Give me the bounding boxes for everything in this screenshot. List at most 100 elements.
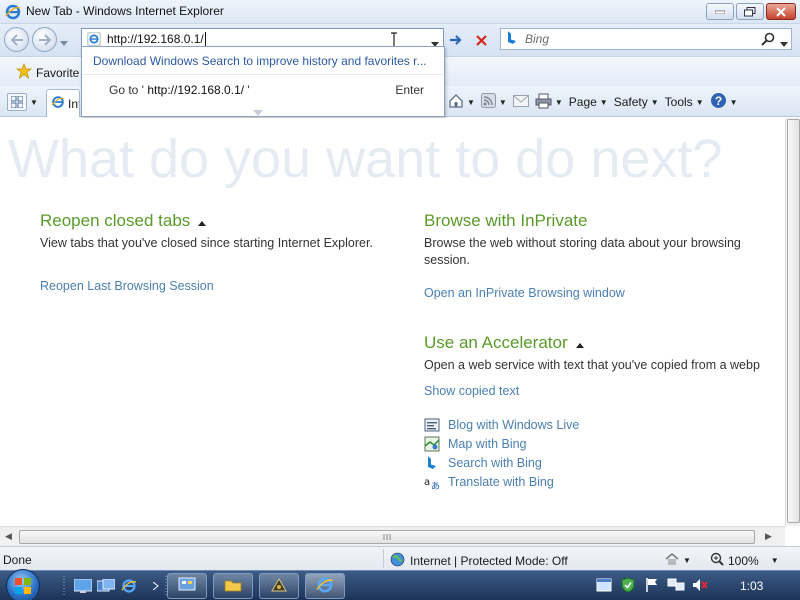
feeds-chevron-down-icon[interactable]: ▼ (499, 98, 507, 107)
favorites-label: Favorite (36, 65, 80, 80)
system-tray (595, 576, 709, 594)
horizontal-scrollbar[interactable]: ◀ ▶ (0, 526, 785, 546)
svg-text:?: ? (714, 94, 721, 108)
reopen-last-session-link[interactable]: Reopen Last Browsing Session (40, 279, 214, 293)
zoom-control[interactable]: 100% ▼ (710, 552, 779, 569)
print-button[interactable]: ▼ (535, 93, 563, 112)
accelerator-item-label: Blog with Windows Live (448, 417, 580, 432)
zoom-icon (710, 552, 724, 569)
ie-quicklaunch-icon[interactable] (119, 576, 139, 596)
star-icon (15, 63, 33, 82)
dropdown-divider (82, 74, 444, 75)
home-icon (448, 93, 464, 112)
feeds-button[interactable]: ▼ (480, 93, 507, 111)
zone-text: Internet | Protected Mode: Off (410, 554, 568, 568)
search-input[interactable]: Bing (525, 32, 549, 46)
volume-muted-icon[interactable] (691, 576, 709, 594)
horizontal-scroll-thumb[interactable] (19, 530, 755, 544)
goto-suffix: ' (247, 83, 250, 97)
accelerator-item-label: Translate with Bing (448, 474, 554, 489)
accelerator-description: Open a web service with text that you've… (424, 358, 760, 372)
recent-pages-chevron-icon[interactable] (60, 35, 68, 49)
maximize-button[interactable] (736, 3, 764, 20)
action-center-flag-icon[interactable] (643, 576, 661, 594)
vertical-scroll-thumb[interactable] (787, 119, 800, 523)
tools-chevron-down-icon: ▼ (695, 97, 704, 107)
enter-key-hint: Enter (395, 83, 424, 97)
minimize-button[interactable] (706, 3, 734, 20)
page-menu-button[interactable]: Page ▼ (569, 95, 608, 109)
svg-text:a: a (424, 477, 430, 488)
folder-icon (224, 577, 242, 596)
show-desktop-icon[interactable] (73, 576, 93, 596)
taskbar-app-explorer[interactable] (213, 573, 253, 599)
accelerator-heading: Use an Accelerator (424, 333, 584, 353)
taskbar-app-control-panel[interactable] (167, 573, 207, 599)
scroll-left-arrow-icon[interactable]: ◀ (5, 531, 12, 542)
taskbar-clock[interactable]: 1:03 (740, 579, 763, 593)
accelerator-item-translate[interactable]: aあ Translate with Bing (424, 472, 579, 491)
window-title: New Tab - Windows Internet Explorer (26, 4, 224, 18)
search-icon[interactable] (761, 32, 775, 49)
vertical-scrollbar[interactable] (785, 118, 800, 526)
home-chevron-down-icon[interactable]: ▼ (467, 98, 475, 107)
windows-search-hint-link[interactable]: Download Windows Search to improve histo… (93, 54, 438, 68)
game-app-icon (270, 577, 288, 596)
expand-more-chevron-icon[interactable] (253, 105, 263, 119)
goto-suggestion[interactable]: Go to ' http://192.168.0.1/ ' (109, 83, 250, 97)
close-window-button[interactable] (766, 3, 796, 20)
search-options-dropdown-icon[interactable] (780, 36, 788, 50)
protected-mode-button[interactable]: ▼ (664, 552, 691, 569)
start-button[interactable] (6, 569, 40, 600)
tools-menu-label: Tools (664, 95, 693, 109)
page-chevron-down-icon: ▼ (599, 97, 608, 107)
address-input[interactable]: http://192.168.0.1/ (107, 32, 204, 46)
accelerator-item-blog[interactable]: Blog with Windows Live (424, 415, 579, 434)
rss-icon (480, 93, 496, 111)
status-bar: Done Internet | Protected Mode: Off ▼ 10… (0, 546, 800, 570)
goto-prefix: Go to ' (109, 83, 144, 97)
security-shield-icon[interactable] (619, 576, 637, 594)
forward-button[interactable] (32, 27, 57, 52)
go-arrow-button[interactable] (447, 31, 465, 49)
collapse-chevron-up-icon[interactable] (575, 333, 584, 353)
accelerator-item-map[interactable]: Map with Bing (424, 434, 579, 453)
inprivate-heading: Browse with InPrivate (424, 211, 587, 231)
goto-url: http://192.168.0.1/ (147, 83, 245, 97)
quick-tabs-button[interactable] (7, 93, 27, 111)
print-chevron-down-icon[interactable]: ▼ (555, 98, 563, 107)
tools-menu-button[interactable]: Tools ▼ (665, 95, 704, 109)
tab-current[interactable]: Int (46, 89, 80, 117)
page-menu-label: Page (568, 95, 597, 109)
search-box[interactable]: Bing (500, 28, 792, 50)
control-panel-icon (178, 577, 196, 596)
switch-windows-icon[interactable] (96, 576, 116, 596)
translate-icon: aあ (424, 474, 440, 490)
security-zone[interactable]: Internet | Protected Mode: Off (390, 552, 568, 570)
stop-button[interactable] (472, 31, 490, 49)
back-button[interactable] (4, 27, 29, 52)
help-chevron-down-icon[interactable]: ▼ (730, 98, 738, 107)
home-button[interactable]: ▼ (448, 93, 475, 112)
quicklaunch-divider (54, 576, 74, 596)
inprivate-description: Browse the web without storing data abou… (424, 236, 741, 267)
reopen-description: View tabs that you've closed since start… (40, 236, 373, 250)
tray-window-icon[interactable] (595, 576, 613, 594)
printer-icon (535, 93, 552, 112)
safety-menu-button[interactable]: Safety ▼ (614, 95, 659, 109)
svg-text:あ: あ (431, 481, 440, 490)
network-icon[interactable] (667, 576, 685, 594)
accelerator-item-label: Map with Bing (448, 436, 527, 451)
accelerator-title-text: Use an Accelerator (424, 333, 568, 352)
show-copied-text-link[interactable]: Show copied text (424, 384, 519, 398)
collapse-chevron-up-icon[interactable] (198, 211, 207, 231)
tab-list-chevron-down-icon[interactable]: ▼ (30, 98, 38, 107)
scroll-right-arrow-icon[interactable]: ▶ (765, 531, 772, 542)
favorites-button[interactable]: Favorite (15, 63, 80, 82)
taskbar-app-game[interactable] (259, 573, 299, 599)
help-button[interactable]: ? ▼ (710, 92, 738, 112)
taskbar-app-internet-explorer[interactable] (305, 573, 345, 599)
read-mail-button[interactable] (512, 94, 529, 110)
accelerator-item-search[interactable]: Search with Bing (424, 453, 579, 472)
open-inprivate-link[interactable]: Open an InPrivate Browsing window (424, 286, 625, 300)
